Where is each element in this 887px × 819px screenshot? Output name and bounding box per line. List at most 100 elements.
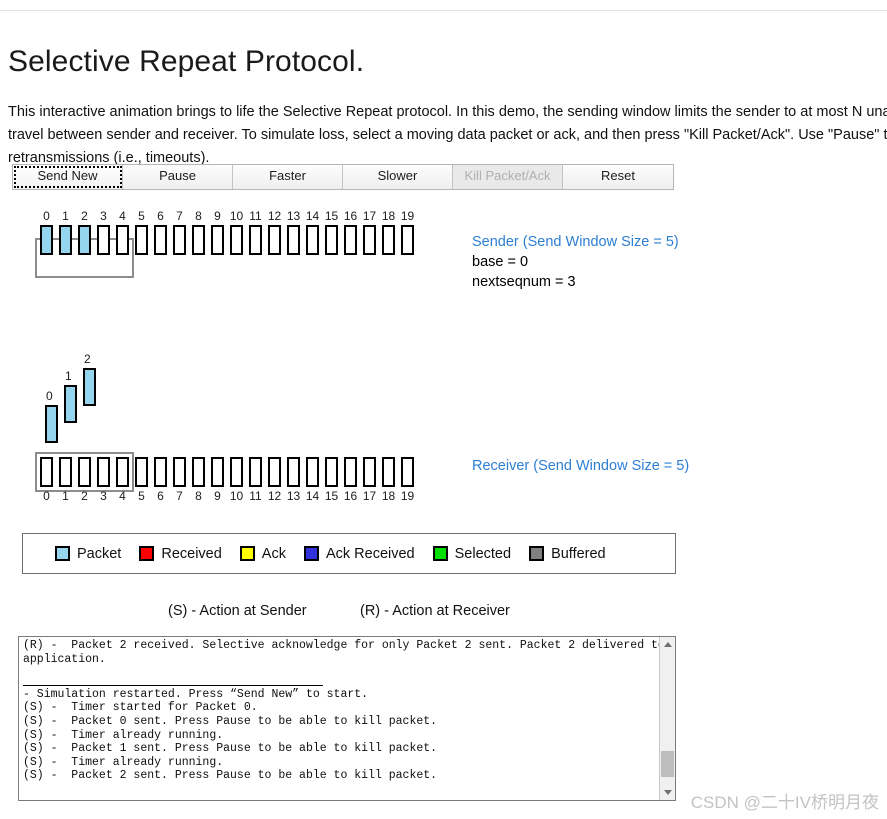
receiver-packet-box[interactable] [211,457,224,487]
sender-packet-slot[interactable]: 1 [59,210,72,255]
receiver-packet-box[interactable] [135,457,148,487]
receiver-packet-slot[interactable]: 12 [268,457,281,503]
sender-packet-slot[interactable]: 15 [325,210,338,255]
receiver-packet-box[interactable] [344,457,357,487]
sender-packet-box[interactable] [268,225,281,255]
sender-packet-slot[interactable]: 13 [287,210,300,255]
sender-packet-slot[interactable]: 17 [363,210,376,255]
sender-packet-slot[interactable]: 2 [78,210,91,255]
sender-packet-box[interactable] [230,225,243,255]
receiver-packet-box[interactable] [78,457,91,487]
sender-packet-box[interactable] [249,225,262,255]
in-flight-packet-box[interactable] [45,405,58,443]
sender-packet-slot[interactable]: 19 [401,210,414,255]
in-flight-packet[interactable]: 1 [64,370,77,423]
sender-packet-box[interactable] [306,225,319,255]
sender-packet-box[interactable] [154,225,167,255]
receiver-packet-slot[interactable]: 8 [192,457,205,503]
sender-packet-box[interactable] [325,225,338,255]
receiver-packet-box[interactable] [97,457,110,487]
sender-packet-slot[interactable]: 10 [230,210,243,255]
receiver-packet-slot[interactable]: 13 [287,457,300,503]
button-reset[interactable]: Reset [563,165,673,189]
sender-packet-box[interactable] [116,225,129,255]
receiver-packet-box[interactable] [40,457,53,487]
receiver-packet-box[interactable] [325,457,338,487]
sender-packet-slot[interactable]: 4 [116,210,129,255]
receiver-packet-box[interactable] [382,457,395,487]
receiver-packet-slot[interactable]: 2 [78,457,91,503]
receiver-packet-box[interactable] [154,457,167,487]
sender-packet-box[interactable] [135,225,148,255]
receiver-packet-slot[interactable]: 1 [59,457,72,503]
scroll-up-icon[interactable] [660,637,675,652]
in-flight-packet[interactable]: 0 [45,390,58,443]
receiver-packet-slot[interactable]: 19 [401,457,414,503]
sender-packet-slot[interactable]: 7 [173,210,186,255]
receiver-packet-slot[interactable]: 3 [97,457,110,503]
receiver-packet-slot[interactable]: 16 [344,457,357,503]
receiver-packet-box[interactable] [230,457,243,487]
receiver-packet-slot[interactable]: 6 [154,457,167,503]
receiver-packet-slot[interactable]: 18 [382,457,395,503]
receiver-packet-slot[interactable]: 7 [173,457,186,503]
receiver-packet-box[interactable] [116,457,129,487]
sender-packet-box[interactable] [287,225,300,255]
sender-packet-slot[interactable]: 9 [211,210,224,255]
sender-packet-slot[interactable]: 12 [268,210,281,255]
sender-packet-slot[interactable]: 5 [135,210,148,255]
button-send-new[interactable]: Send New [13,165,123,189]
log-output: (R) - Packet 2 received. Selective ackno… [19,637,659,800]
receiver-packet-slot-index: 3 [100,489,107,503]
sender-packet-slot[interactable]: 18 [382,210,395,255]
receiver-packet-slot[interactable]: 0 [40,457,53,503]
receiver-packet-slot[interactable]: 14 [306,457,319,503]
sender-packet-slot[interactable]: 6 [154,210,167,255]
sender-packet-box[interactable] [363,225,376,255]
scrollbar-thumb[interactable] [661,751,674,777]
receiver-packet-box[interactable] [268,457,281,487]
sender-packet-slot[interactable]: 8 [192,210,205,255]
receiver-packet-box[interactable] [249,457,262,487]
in-flight-packet[interactable]: 2 [83,353,96,406]
sender-packet-box[interactable] [78,225,91,255]
receiver-packet-slot[interactable]: 5 [135,457,148,503]
in-flight-packet-box[interactable] [64,385,77,423]
sender-packet-box[interactable] [401,225,414,255]
receiver-packet-slot[interactable]: 11 [249,457,262,503]
sender-packet-box[interactable] [59,225,72,255]
sender-packet-box[interactable] [192,225,205,255]
scroll-down-icon[interactable] [660,785,675,800]
sender-packet-slot[interactable]: 11 [249,210,262,255]
sender-packet-box[interactable] [97,225,110,255]
sender-packet-slot-index: 3 [100,209,107,223]
sender-packet-box[interactable] [344,225,357,255]
receiver-packet-box[interactable] [401,457,414,487]
receiver-packet-box[interactable] [306,457,319,487]
sender-packet-slot[interactable]: 3 [97,210,110,255]
receiver-packet-box[interactable] [173,457,186,487]
sender-packet-box[interactable] [173,225,186,255]
receiver-packet-box[interactable] [287,457,300,487]
receiver-packet-box[interactable] [363,457,376,487]
receiver-packet-slot[interactable]: 4 [116,457,129,503]
in-flight-packet-box[interactable] [83,368,96,406]
sender-packet-box[interactable] [382,225,395,255]
receiver-packet-slot[interactable]: 17 [363,457,376,503]
sender-packet-slot[interactable]: 14 [306,210,319,255]
receiver-packet-slot[interactable]: 9 [211,457,224,503]
sender-packet-slot-index: 7 [176,209,183,223]
receiver-packet-box[interactable] [192,457,205,487]
button-pause[interactable]: Pause [123,165,233,189]
sender-packet-slot-index: 14 [305,209,320,223]
sender-packet-slot[interactable]: 0 [40,210,53,255]
receiver-packet-slot[interactable]: 15 [325,457,338,503]
receiver-packet-box[interactable] [59,457,72,487]
button-slower[interactable]: Slower [343,165,453,189]
log-scrollbar[interactable] [659,637,675,800]
button-faster[interactable]: Faster [233,165,343,189]
sender-packet-slot[interactable]: 16 [344,210,357,255]
sender-packet-box[interactable] [40,225,53,255]
sender-packet-box[interactable] [211,225,224,255]
receiver-packet-slot[interactable]: 10 [230,457,243,503]
